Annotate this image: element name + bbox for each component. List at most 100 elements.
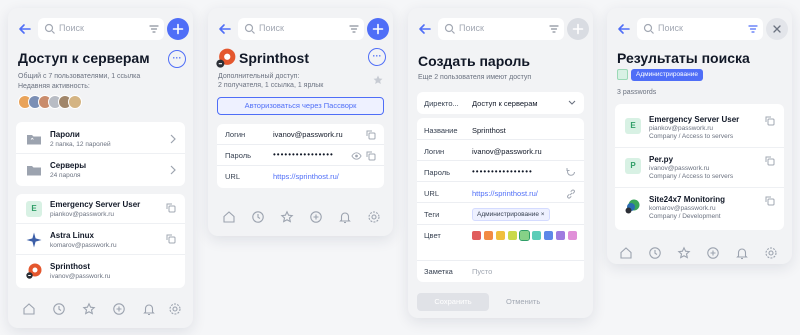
url-input[interactable]: https://sprinthost.ru/	[472, 189, 538, 198]
filter-color-checkbox[interactable]	[617, 69, 628, 80]
color-swatch[interactable]	[484, 231, 493, 240]
name-label: Название	[424, 126, 458, 135]
shared-icon[interactable]	[706, 246, 720, 260]
copy-icon[interactable]	[166, 234, 176, 244]
gear-icon[interactable]	[367, 210, 381, 224]
eye-icon[interactable]	[351, 151, 362, 161]
create-password-panel: Поиск Создать пароль Еще 2 пользователя …	[408, 8, 593, 318]
login-value[interactable]: ivanov@passwork.ru	[273, 130, 343, 139]
back-arrow-icon[interactable]	[217, 21, 233, 37]
filter-icon[interactable]	[548, 23, 560, 35]
search-input[interactable]: Поиск	[637, 18, 763, 40]
folder-meta: 24 пароля	[50, 172, 81, 179]
shared-icon[interactable]	[112, 302, 126, 316]
favorite-star-icon[interactable]	[372, 74, 384, 86]
bottom-nav	[607, 246, 792, 264]
item-path: Company / Access to servers	[649, 173, 734, 180]
password-row[interactable]: Sprinthost ivanov@passwork.ru	[16, 256, 185, 286]
login-input[interactable]: ivanov@passwork.ru	[472, 147, 542, 156]
directory-select[interactable]: Директо... Доступ к серверам	[417, 92, 584, 114]
password-input[interactable]: ••••••••••••••••	[472, 167, 533, 176]
color-swatch[interactable]	[508, 231, 517, 240]
search-icon	[44, 23, 55, 34]
history-icon[interactable]	[251, 210, 265, 224]
add-button[interactable]	[167, 18, 189, 40]
refresh-icon[interactable]	[566, 167, 576, 177]
copy-icon[interactable]	[366, 151, 376, 161]
folder-name: Пароли	[50, 130, 80, 139]
star-icon[interactable]	[82, 302, 96, 316]
copy-icon[interactable]	[765, 116, 775, 126]
add-button[interactable]	[367, 18, 389, 40]
more-options-button[interactable]: ···	[368, 48, 386, 66]
add-button[interactable]	[567, 18, 589, 40]
color-swatch[interactable]	[568, 231, 577, 240]
filter-icon[interactable]	[348, 23, 360, 35]
back-arrow-icon[interactable]	[616, 21, 632, 37]
url-label: URL	[424, 189, 440, 198]
password-label: Пароль	[424, 168, 451, 177]
folder-row[interactable]: Пароли 2 папка, 12 паролей	[16, 124, 185, 154]
back-arrow-icon[interactable]	[417, 21, 433, 37]
password-detail-panel: Поиск Sprinthost ··· Дополнительный дост…	[208, 8, 393, 236]
result-row[interactable]: P Per.py ivanov@passwork.ru Company / Ac…	[615, 148, 784, 188]
bell-icon[interactable]	[142, 302, 156, 316]
search-input[interactable]: Поиск	[238, 18, 364, 40]
password-row[interactable]: Astra Linux komarov@passwork.ru	[16, 225, 185, 255]
copy-icon[interactable]	[366, 130, 376, 140]
item-name: Emergency Server User	[50, 200, 141, 209]
url-link[interactable]: https://sprinthost.ru/	[273, 172, 339, 181]
search-input[interactable]: Поиск	[438, 18, 564, 40]
home-icon[interactable]	[222, 210, 236, 224]
results-count: 3 passwords	[617, 89, 657, 96]
history-icon[interactable]	[52, 302, 66, 316]
result-row[interactable]: Site24x7 Monitoring komarov@passwork.ru …	[615, 188, 784, 228]
password-value[interactable]: ••••••••••••••••	[273, 150, 334, 159]
cancel-button[interactable]: Отменить	[506, 297, 540, 306]
star-icon[interactable]	[280, 210, 294, 224]
name-input[interactable]: Sprinthost	[472, 126, 506, 135]
password-label: Пароль	[225, 151, 252, 160]
filter-icon[interactable]	[747, 23, 759, 35]
gear-icon[interactable]	[168, 302, 182, 316]
color-swatch[interactable]	[496, 231, 505, 240]
filter-icon[interactable]	[148, 23, 160, 35]
more-options-button[interactable]: ···	[168, 50, 186, 68]
star-icon[interactable]	[677, 246, 691, 260]
home-icon[interactable]	[619, 246, 633, 260]
chevron-right-icon	[170, 165, 176, 175]
color-swatch[interactable]	[519, 230, 530, 241]
color-swatch[interactable]	[556, 231, 565, 240]
chevron-right-icon	[170, 134, 176, 144]
bell-icon[interactable]	[735, 246, 749, 260]
copy-icon[interactable]	[765, 156, 775, 166]
tags-label: Теги	[424, 210, 440, 219]
filter-tag-badge[interactable]: Администрирование	[631, 69, 703, 81]
save-button[interactable]: Сохранить	[417, 293, 489, 311]
history-icon[interactable]	[648, 246, 662, 260]
tag-chip[interactable]: Администрирование ×	[472, 208, 550, 221]
copy-icon[interactable]	[765, 196, 775, 206]
shared-icon[interactable]	[309, 210, 323, 224]
plus-icon	[372, 23, 384, 35]
password-row[interactable]: E Emergency Server User piankov@passwork…	[16, 194, 185, 224]
close-button[interactable]	[766, 18, 788, 40]
color-swatch[interactable]	[532, 231, 541, 240]
search-input[interactable]: Поиск	[38, 18, 164, 40]
bell-icon[interactable]	[338, 210, 352, 224]
note-input[interactable]: Пусто	[472, 267, 492, 276]
plus-icon	[172, 23, 184, 35]
gear-icon[interactable]	[764, 246, 778, 260]
color-swatch[interactable]	[472, 231, 481, 240]
access-detail: 2 получателя, 1 ссылка, 1 ярлык	[218, 82, 324, 89]
color-swatch[interactable]	[544, 231, 553, 240]
shared-info: Общий с 7 пользователями, 1 ссылка	[18, 73, 141, 80]
copy-icon[interactable]	[166, 203, 176, 213]
search-icon	[643, 23, 654, 34]
link-icon[interactable]	[566, 189, 576, 199]
home-icon[interactable]	[22, 302, 36, 316]
result-row[interactable]: E Emergency Server User piankov@passwork…	[615, 108, 784, 148]
folder-row[interactable]: Серверы 24 пароля	[16, 155, 185, 185]
back-arrow-icon[interactable]	[17, 21, 33, 37]
passwork-auth-button[interactable]: Авторизоваться через Пассворк	[217, 97, 384, 115]
